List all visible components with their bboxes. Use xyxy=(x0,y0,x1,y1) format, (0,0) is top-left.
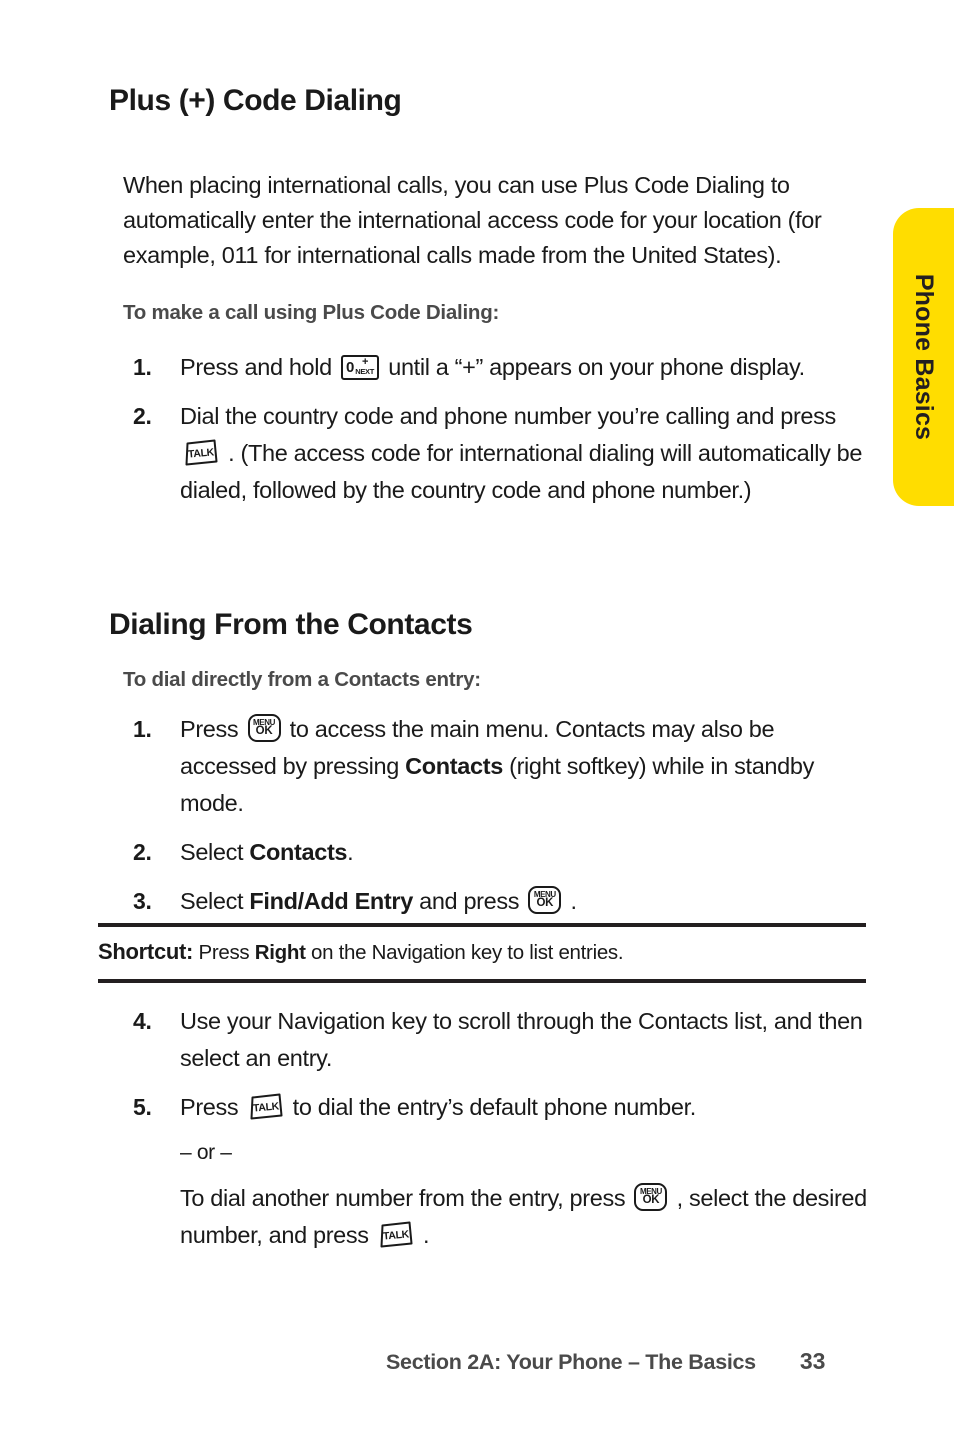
alt-text-pre: To dial another number from the entry, p… xyxy=(180,1185,632,1211)
zero-key-next-label: NEXT xyxy=(355,367,375,376)
svg-text:TALK: TALK xyxy=(188,446,216,460)
shortcut-text: Shortcut: Press Right on the Navigation … xyxy=(98,939,866,966)
menu-key-bottom-label: OK xyxy=(642,1193,660,1206)
page-footer: Section 2A: Your Phone – The Basics 33 xyxy=(386,1348,825,1375)
steps-plus-code-dialing: 1. Press and hold 0 + NEXT until a “+” app… xyxy=(133,349,873,521)
step-text-post: until a “+” appears on your phone displa… xyxy=(382,354,805,380)
step-text-post: . xyxy=(347,839,354,865)
shortcut-text-bold: Right xyxy=(254,941,306,964)
list-item-number: 3. xyxy=(133,888,152,914)
step-text-pre: Press and hold xyxy=(180,354,339,380)
list-item-text: Press TALK to dial the entry’s default p… xyxy=(180,1089,873,1126)
list-item-number: 2. xyxy=(133,839,152,865)
list-item: 1. Press and hold 0 + NEXT until a “+” app… xyxy=(133,349,873,386)
subheading-dial-contacts: To dial directly from a Contacts entry: xyxy=(123,668,481,691)
list-item: 5. Press TALK to dial the entry’s defaul… xyxy=(133,1089,873,1126)
list-item-text: Select Contacts. xyxy=(180,834,873,871)
step-text-bold: Contacts xyxy=(405,753,503,779)
page-title-secondary: Dialing From the Contacts xyxy=(109,608,473,641)
section-side-tab: Phone Basics xyxy=(893,208,954,506)
or-separator-label: – or – xyxy=(180,1141,232,1164)
zero-next-key-icon: 0 + NEXT xyxy=(341,355,380,380)
step-text-post: . (The access code for international dia… xyxy=(180,440,863,503)
list-item-text: Dial the country code and phone number y… xyxy=(180,398,873,509)
list-item-number: 5. xyxy=(133,1094,152,1120)
list-item-text: Press MENU OK to access the main menu. Co… xyxy=(180,711,873,822)
list-item-text: Use your Navigation key to scroll throug… xyxy=(180,1008,863,1071)
side-tab-label: Phone Basics xyxy=(910,273,938,441)
list-item: 2. Select Contacts. xyxy=(133,834,873,871)
step-text-post: . xyxy=(564,888,578,914)
list-item-text: Select Find/Add Entry and press MENU OK . xyxy=(180,883,873,920)
steps-dialing-from-contacts-continued: 4. Use your Navigation key to scroll thr… xyxy=(133,1003,873,1138)
subheading-make-call: To make a call using Plus Code Dialing: xyxy=(123,301,500,324)
talk-key-icon: TALK xyxy=(378,1221,414,1248)
shortcut-callout: Shortcut: Press Right on the Navigation … xyxy=(98,923,866,983)
intro-paragraph: When placing international calls, you ca… xyxy=(123,171,822,268)
step-text-pre: Press xyxy=(180,1094,245,1120)
list-item: 2. Dial the country code and phone numbe… xyxy=(133,398,873,509)
manual-page: Phone Basics Plus (+) Code Dialing When … xyxy=(0,0,954,1431)
menu-ok-key-icon: MENU OK xyxy=(247,714,281,742)
footer-page-number: 33 xyxy=(799,1348,826,1374)
menu-key-bottom-label: OK xyxy=(255,724,273,737)
svg-text:TALK: TALK xyxy=(252,1100,280,1114)
svg-text:TALK: TALK xyxy=(382,1228,410,1242)
menu-ok-key-icon: MENU OK xyxy=(634,1183,668,1211)
list-item-number: 4. xyxy=(133,1008,152,1034)
list-item-text: Press and hold 0 + NEXT until a “+” appear… xyxy=(180,349,873,386)
list-item-number: 2. xyxy=(133,403,152,429)
step-text-pre: Dial the country code and phone number y… xyxy=(180,403,836,429)
talk-key-icon: TALK xyxy=(183,439,219,466)
step-text-pre: Select xyxy=(180,888,250,914)
step-text-pre: Select xyxy=(180,839,250,865)
menu-ok-key-icon: MENU OK xyxy=(528,886,562,914)
menu-key-bottom-label: OK xyxy=(536,896,554,909)
step-text-bold: Find/Add Entry xyxy=(249,888,413,914)
list-item-number: 1. xyxy=(133,716,152,742)
shortcut-lead-label: Shortcut: xyxy=(98,939,194,964)
alternate-method-paragraph: To dial another number from the entry, p… xyxy=(180,1180,870,1254)
footer-section-label: Section 2A: Your Phone – The Basics xyxy=(386,1350,756,1374)
step-text-post: to dial the entry’s default phone number… xyxy=(286,1094,697,1120)
page-title: Plus (+) Code Dialing xyxy=(109,84,402,117)
steps-dialing-from-contacts: 1. Press MENU OK to access the main menu.… xyxy=(133,711,873,932)
list-item: 4. Use your Navigation key to scroll thr… xyxy=(133,1003,873,1077)
step-text-pre: Press xyxy=(180,716,245,742)
talk-key-icon: TALK xyxy=(248,1093,284,1120)
shortcut-text-post: on the Navigation key to list entries. xyxy=(305,941,624,964)
list-item: 1. Press MENU OK to access the main menu.… xyxy=(133,711,873,822)
list-item: 3. Select Find/Add Entry and press MENU O… xyxy=(133,883,873,920)
step-text-mid: and press xyxy=(412,888,526,914)
zero-key-digit: 0 xyxy=(346,359,355,376)
shortcut-text-pre: Press xyxy=(193,941,255,964)
alt-text-post: . xyxy=(416,1222,430,1248)
step-text-bold: Contacts xyxy=(249,839,348,865)
list-item-number: 1. xyxy=(133,354,152,380)
